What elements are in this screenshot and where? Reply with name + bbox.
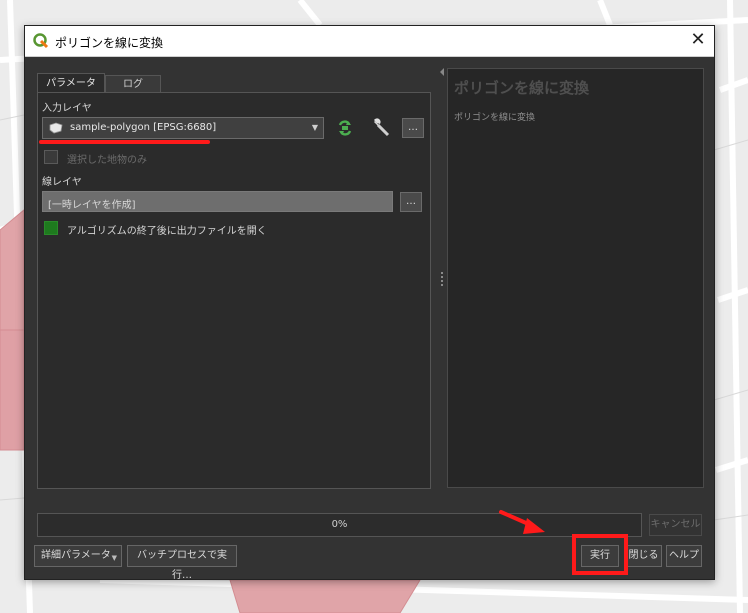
qgis-logo-icon xyxy=(33,33,49,49)
help-button[interactable]: ヘルプ xyxy=(666,545,702,567)
annotation-highlight-box xyxy=(572,534,628,575)
splitter-handle-icon[interactable] xyxy=(438,68,446,488)
tab-log[interactable]: ログ xyxy=(105,75,161,93)
tab-log-label: ログ xyxy=(123,79,143,90)
open-output-label: アルゴリズムの終了後に出力ファイルを開く xyxy=(67,226,267,237)
line-layer-output[interactable]: [一時レイヤを作成] xyxy=(42,191,393,212)
input-layer-label: 入力レイヤ xyxy=(42,103,92,114)
window-title: ポリゴンを線に変換 xyxy=(55,36,164,50)
open-output-checkbox[interactable] xyxy=(44,221,58,235)
batch-process-button[interactable]: バッチプロセスで実行… xyxy=(127,545,237,581)
advanced-parameters-button[interactable]: 詳細パラメータ ▼ xyxy=(34,545,122,567)
help-title: ポリゴンを線に変換 xyxy=(454,79,590,97)
iterate-icon[interactable] xyxy=(334,117,356,139)
input-layer-combo[interactable]: sample-polygon [EPSG:6680] ▼ xyxy=(42,117,324,139)
help-label: ヘルプ xyxy=(669,550,699,561)
wrench-icon[interactable] xyxy=(370,117,392,139)
tab-parameters[interactable]: パラメータ xyxy=(37,73,105,94)
tab-parameters-label: パラメータ xyxy=(46,78,96,89)
input-layer-options-button[interactable]: … xyxy=(402,118,424,138)
help-panel: ポリゴンを線に変換 ポリゴンを線に変換 xyxy=(447,68,704,488)
polygon-layer-icon xyxy=(49,122,63,134)
parameters-panel: パラメータ ログ 入力レイヤ sample-polygon [EPSG:6680… xyxy=(37,68,431,489)
line-layer-value: [一時レイヤを作成] xyxy=(48,200,136,211)
input-layer-value: sample-polygon [EPSG:6680] xyxy=(70,122,217,133)
algorithm-dialog: ポリゴンを線に変換 ✕ パラメータ ログ 入力レイヤ sample-polygo… xyxy=(24,25,715,581)
close-icon[interactable]: ✕ xyxy=(686,29,710,53)
help-body: ポリゴンを線に変換 xyxy=(454,113,536,123)
batch-label: バッチプロセスで実行… xyxy=(137,550,227,581)
progress-bar: 0% xyxy=(37,513,642,537)
chevron-down-icon: ▼ xyxy=(111,554,117,562)
line-layer-label: 線レイヤ xyxy=(42,177,82,188)
close-label: 閉じる xyxy=(628,550,659,561)
line-layer-options-button[interactable]: … xyxy=(400,192,422,212)
progress-text: 0% xyxy=(331,519,348,530)
annotation-underline xyxy=(39,140,210,144)
advanced-label: 詳細パラメータ xyxy=(41,550,111,561)
cancel-button[interactable]: キャンセル xyxy=(649,514,702,536)
selected-only-checkbox[interactable] xyxy=(44,150,58,164)
cancel-label: キャンセル xyxy=(650,519,701,530)
chevron-down-icon: ▼ xyxy=(311,123,318,132)
title-bar: ポリゴンを線に変換 ✕ xyxy=(25,26,714,57)
selected-only-label: 選択した地物のみ xyxy=(67,155,147,166)
ellipsis-label: … xyxy=(408,122,418,133)
close-button[interactable]: 閉じる xyxy=(625,545,662,567)
ellipsis-label: … xyxy=(406,196,416,207)
parameters-tab-pane: 入力レイヤ sample-polygon [EPSG:6680] ▼ … 選択し… xyxy=(37,92,431,489)
arrow-icon xyxy=(499,510,545,534)
